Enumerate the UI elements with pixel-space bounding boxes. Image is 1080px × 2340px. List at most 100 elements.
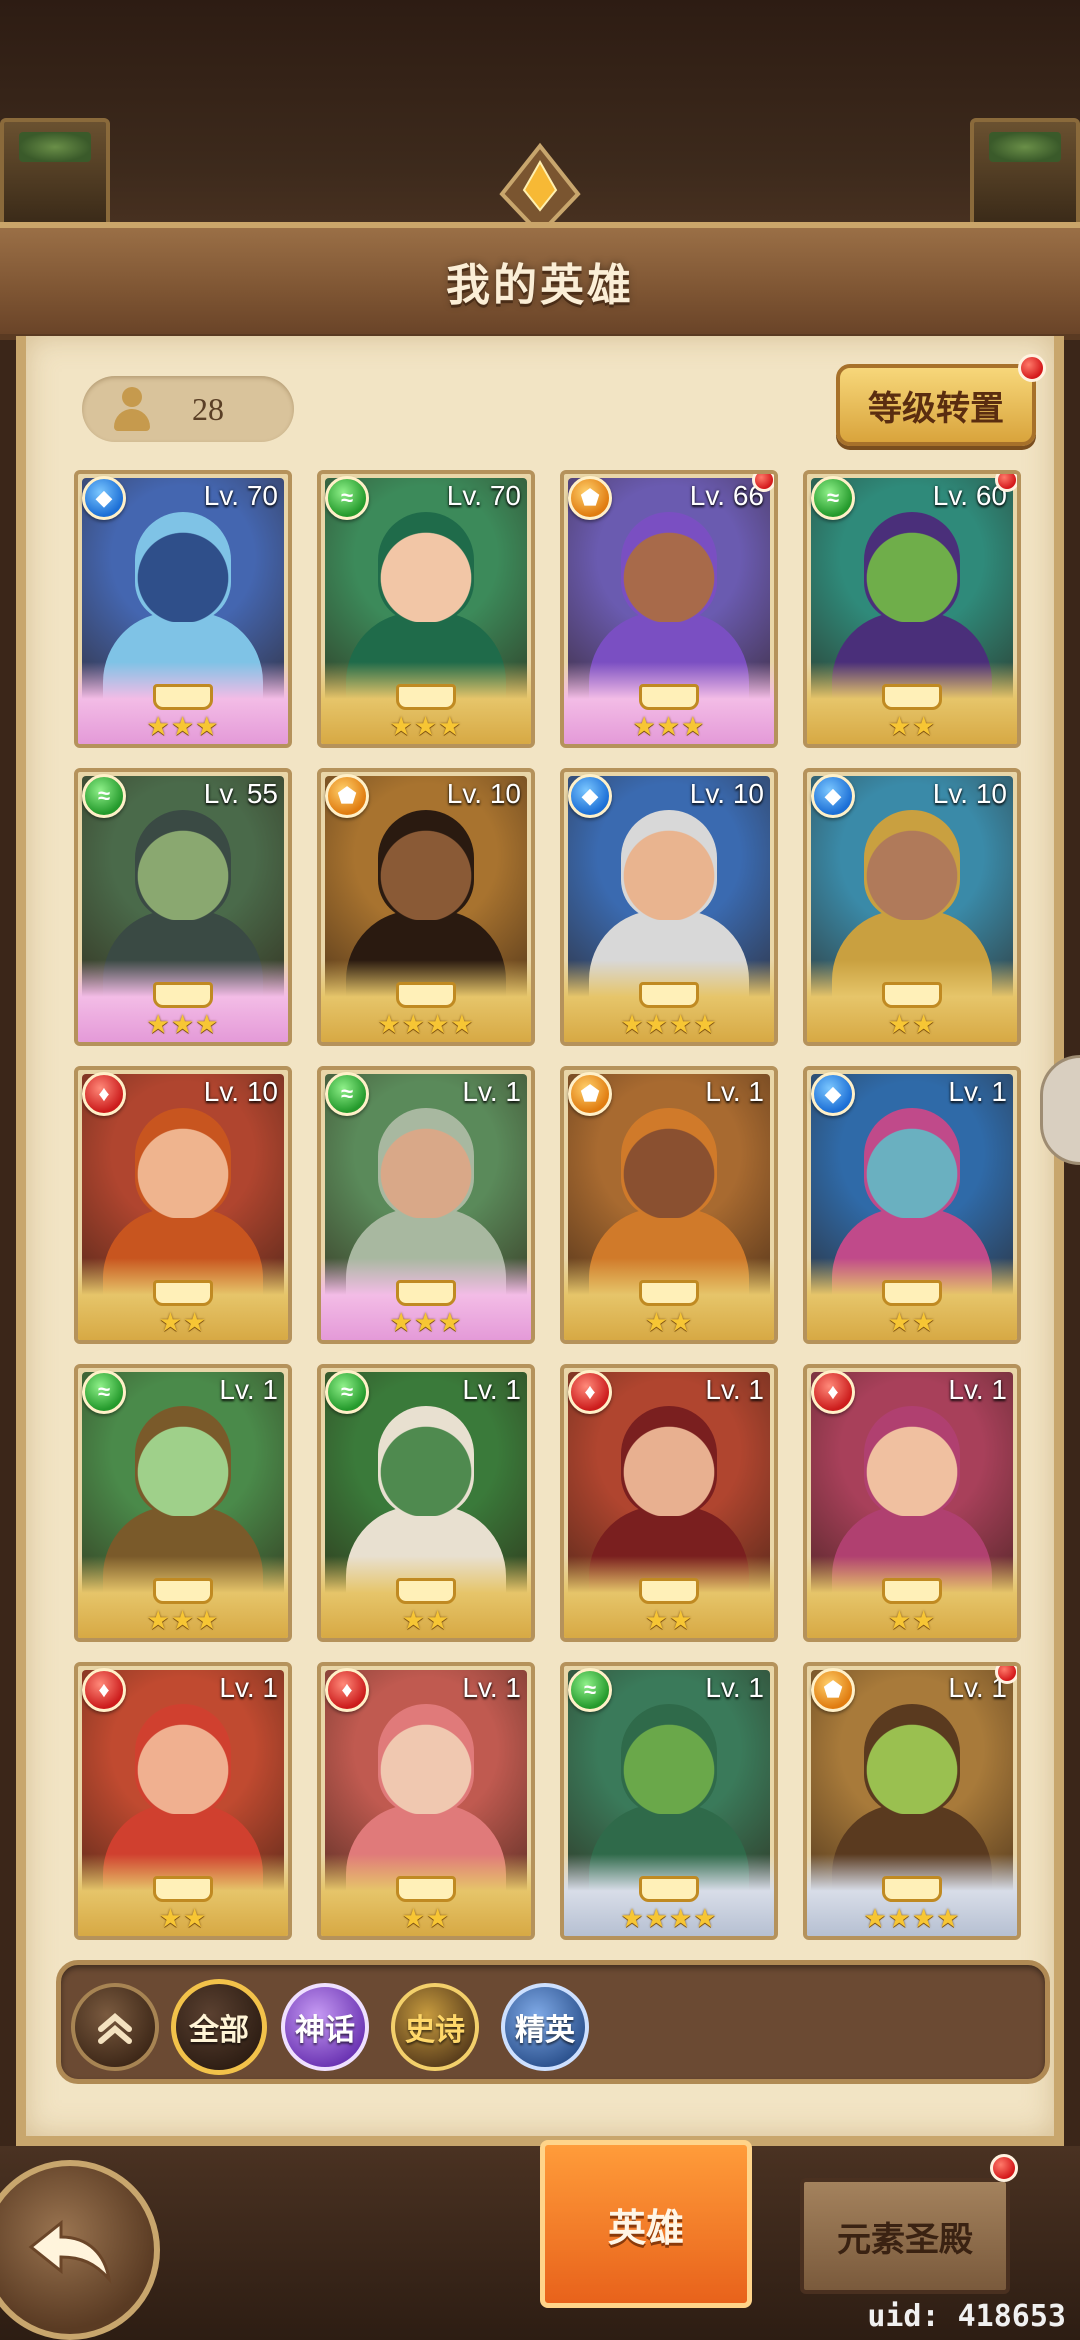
hero-figure-head [135,1704,231,1814]
page-title: 我的英雄 [446,261,634,310]
hero-card[interactable]: ★★ ♦ Lv. 1 [74,1662,292,1940]
hero-stars: ★★ [887,1605,937,1635]
wind-element-icon: ≈ [811,476,855,520]
wind-element-icon: ≈ [325,476,369,520]
hero-level: Lv. 10 [689,778,764,809]
rank-crown-icon [396,1876,456,1902]
title-banner: 我的英雄 [0,222,1080,340]
hero-stars: ★★ [401,1605,451,1635]
level-reset-button[interactable]: 等级转置 [836,354,1046,446]
hero-figure-head [864,1704,960,1814]
collapse-chevrons [98,2013,132,2044]
tab-element-temple[interactable]: 元素圣殿 [800,2154,1018,2294]
hero-figure-head [621,810,717,920]
hero-card[interactable]: ★★ ◆ Lv. 1 [803,1066,1021,1344]
rank-crown-icon [396,1578,456,1604]
hero-grid: ★★★ ◆ Lv. 70 ★★★ ≈ Lv. 70 ★★★ ⬟ Lv. 66 ★★ ≈ Lv. 60 ★… [74,470,1044,1940]
rank-crown-icon [639,1876,699,1902]
hero-stars: ★★★★ [863,1903,961,1933]
tab-heroes[interactable]: 英雄 [540,2140,752,2308]
rank-crown-icon [153,1578,213,1604]
hero-figure-head [135,1406,231,1516]
hero-card[interactable]: ★★ ♦ Lv. 10 [74,1066,292,1344]
hero-stars: ★★ [401,1903,451,1933]
hero-stars: ★★ [887,1009,937,1039]
rarity-filter-bar: 全部 神话 史诗 精英 [56,1960,1050,2084]
hero-level: Lv. 1 [219,1672,278,1703]
hero-level: Lv. 70 [203,480,278,511]
rank-crown-icon [882,1578,942,1604]
heroes-panel: 28 等级转置 ★★★ ◆ Lv. 70 ★★★ ≈ Lv. 70 ★★★ ⬟ Lv. 66 ★★… [16,336,1064,2146]
hero-card[interactable]: ★★ ♦ Lv. 1 [317,1662,535,1940]
hero-stars: ★★★ [146,1605,220,1635]
rank-crown-icon [153,982,213,1008]
hero-card[interactable]: ★★ ≈ Lv. 1 [317,1364,535,1642]
hero-figure-head [864,512,960,622]
hero-card[interactable]: ★★ ◆ Lv. 10 [803,768,1021,1046]
hero-card[interactable]: ★★★ ◆ Lv. 70 [74,470,292,748]
water-element-icon: ◆ [811,774,855,818]
hero-figure-head [378,810,474,920]
earth-element-icon: ⬟ [811,1668,855,1712]
water-element-icon: ◆ [568,774,612,818]
rank-crown-icon [396,1280,456,1306]
hero-figure-head [864,1406,960,1516]
hero-card[interactable]: ★★★ ≈ Lv. 55 [74,768,292,1046]
hero-card[interactable]: ★★ ♦ Lv. 1 [803,1364,1021,1642]
hero-stars: ★★★ [146,711,220,741]
hero-stars: ★★★★ [620,1903,718,1933]
hero-card[interactable]: ★★ ♦ Lv. 1 [560,1364,778,1642]
user-id: uid: 418653 [867,2299,1066,2334]
filter-mythic-button[interactable]: 神话 [281,1983,369,2071]
hero-card[interactable]: ★★★★ ⬟ Lv. 10 [317,768,535,1046]
filter-epic-button[interactable]: 史诗 [391,1983,479,2071]
rank-crown-icon [639,982,699,1008]
hero-card[interactable]: ★★★★ ≈ Lv. 1 [560,1662,778,1940]
hero-level: Lv. 10 [203,1076,278,1107]
water-element-icon: ◆ [811,1072,855,1116]
wind-element-icon: ≈ [325,1072,369,1116]
hero-level: Lv. 1 [219,1374,278,1405]
hero-card[interactable]: ★★★ ≈ Lv. 1 [74,1364,292,1642]
hero-card[interactable]: ★★★ ≈ Lv. 1 [317,1066,535,1344]
hero-card[interactable]: ★★★★ ◆ Lv. 10 [560,768,778,1046]
notification-dot [752,474,774,492]
hero-card[interactable]: ★★★★ ⬟ Lv. 1 [803,1662,1021,1940]
rank-crown-icon [396,684,456,710]
hero-card[interactable]: ★★★ ≈ Lv. 70 [317,470,535,748]
wind-element-icon: ≈ [82,774,126,818]
hero-figure-head [135,512,231,622]
hero-level: Lv. 1 [948,1076,1007,1107]
water-element-icon: ◆ [82,476,126,520]
hero-stars: ★★★ [389,1307,463,1337]
filter-all-button[interactable]: 全部 [171,1979,267,2075]
hero-figure-head [621,1704,717,1814]
hero-stars: ★★★ [389,711,463,741]
fire-element-icon: ♦ [325,1668,369,1712]
filter-elite-button[interactable]: 精英 [501,1983,589,2071]
hero-stars: ★★ [644,1605,694,1635]
hero-count: 28 [192,390,224,427]
rank-crown-icon [639,1578,699,1604]
hero-card[interactable]: ★★ ≈ Lv. 60 [803,470,1021,748]
notification-dot [990,2154,1018,2182]
notification-dot [1018,354,1046,382]
hero-stars: ★★ [644,1307,694,1337]
hero-level: Lv. 1 [948,1374,1007,1405]
hero-stars: ★★★★ [620,1009,718,1039]
hero-card[interactable]: ★★★ ⬟ Lv. 66 [560,470,778,748]
double-chevron-up-icon[interactable] [71,1983,159,2071]
hero-count-badge: 28 [82,376,294,442]
rank-crown-icon [882,1876,942,1902]
level-reset-label: 等级转置 [868,389,1004,428]
earth-element-icon: ⬟ [568,1072,612,1116]
fire-element-icon: ♦ [811,1370,855,1414]
hero-stars: ★★ [887,711,937,741]
hero-card[interactable]: ★★ ⬟ Lv. 1 [560,1066,778,1344]
hero-figure-head [621,1108,717,1218]
hero-level: Lv. 10 [446,778,521,809]
rank-crown-icon [396,982,456,1008]
rank-crown-icon [639,1280,699,1306]
notification-dot [995,474,1017,492]
fire-element-icon: ♦ [568,1370,612,1414]
